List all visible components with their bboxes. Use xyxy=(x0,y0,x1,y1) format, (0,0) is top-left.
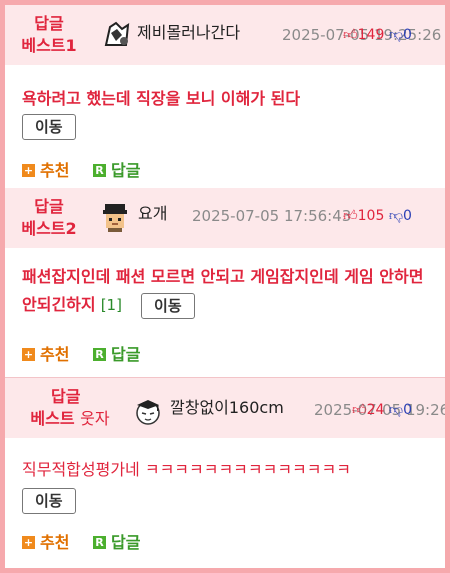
best-label-line1: 답글 xyxy=(34,14,64,33)
recommend-label: 추천 xyxy=(40,160,70,180)
comment-count[interactable]: [1] xyxy=(101,296,122,314)
reply-header: 답글 베스트2 요개 2025-07-05 17:56:43 👍︎105 👎︎0 xyxy=(5,188,445,248)
best-label-category: 웃자 xyxy=(80,409,110,428)
best-reply-2: 답글 베스트2 요개 2025-07-05 17:56:43 👍︎105 👎︎0… xyxy=(5,188,445,378)
reply-actions: + 추천 R 답글 xyxy=(22,159,158,181)
recommend-label: 추천 xyxy=(40,344,70,364)
reply-r-icon: R xyxy=(93,164,107,177)
reply-text: 패션잡지인데 패션 모르면 안되고 게임잡지인데 게임 안하면 안되긴하지 xyxy=(22,267,424,314)
reply-header: 답글 베스트 웃자 깔창없이160cm 2025-07-05 19:26 👍︎2… xyxy=(5,378,445,438)
plus-icon: + xyxy=(22,536,35,549)
recommend-button[interactable]: + 추천 xyxy=(22,345,69,365)
reply-content: 욕하려고 했는데 직장을 보니 이해가 된다 xyxy=(22,85,432,113)
best-label: 답글 베스트2 xyxy=(15,196,83,240)
move-button[interactable]: 이동 xyxy=(22,488,76,514)
recommend-button[interactable]: + 추천 xyxy=(22,161,69,181)
reply-actions: + 추천 R 답글 xyxy=(22,531,158,553)
up-count: 24 xyxy=(366,402,385,418)
down-count: 0 xyxy=(403,27,412,43)
reply-label: 답글 xyxy=(111,532,141,552)
thumbs-up-icon[interactable]: 👍︎ xyxy=(343,208,358,224)
nickname[interactable]: 요개 xyxy=(138,204,167,224)
best-label: 답글 베스트1 xyxy=(15,13,83,57)
best-label-line2: 베스트 웃자 xyxy=(15,408,125,430)
down-count: 0 xyxy=(403,208,412,224)
thumbs-down-icon[interactable]: 👎︎ xyxy=(389,208,403,224)
move-button[interactable]: 이동 xyxy=(22,114,76,140)
best-label-line1: 답글 xyxy=(34,197,64,216)
best-reply-3: 답글 베스트 웃자 깔창없이160cm 2025-07-05 19:26 👍︎2… xyxy=(5,378,445,568)
best-label-title: 베스트 xyxy=(30,409,75,428)
best-replies-panel: 답글 베스트1 제비몰러나간다 2025-07-05 19:25:26 👍︎14… xyxy=(5,5,445,568)
reply-button[interactable]: R 답글 xyxy=(93,345,140,365)
reply-r-icon: R xyxy=(93,536,107,549)
move-button[interactable]: 이동 xyxy=(141,292,195,319)
reply-header: 답글 베스트1 제비몰러나간다 2025-07-05 19:25:26 👍︎14… xyxy=(5,5,445,65)
post-date: 2025-07-05 17:56:43 xyxy=(192,207,352,225)
vote-counts: 👍︎149 👎︎0 xyxy=(343,25,412,45)
reply-label: 답글 xyxy=(111,160,141,180)
reply-text: 욕하려고 했는데 직장을 보니 이해가 된다 xyxy=(22,89,301,108)
reply-text: 직무적합성평가네 ㅋㅋㅋㅋㅋㅋㅋㅋㅋㅋㅋㅋㅋㅋ xyxy=(22,460,351,479)
reply-actions: + 추천 R 답글 xyxy=(22,343,158,365)
recommend-button[interactable]: + 추천 xyxy=(22,533,69,553)
plus-icon: + xyxy=(22,164,35,177)
vote-counts: 👍︎24 👎︎0 xyxy=(352,400,412,420)
best-label-line2: 베스트1 xyxy=(21,36,77,55)
recommend-label: 추천 xyxy=(40,532,70,552)
down-count: 0 xyxy=(403,402,413,418)
best-reply-1: 답글 베스트1 제비몰러나간다 2025-07-05 19:25:26 👍︎14… xyxy=(5,5,445,188)
up-count: 105 xyxy=(357,208,385,224)
reply-content: 직무적합성평가네 ㅋㅋㅋㅋㅋㅋㅋㅋㅋㅋㅋㅋㅋㅋ xyxy=(22,456,432,484)
avatar[interactable] xyxy=(102,19,132,49)
nickname[interactable]: 제비몰러나간다 xyxy=(137,23,240,43)
nickname[interactable]: 깔창없이160cm xyxy=(170,398,284,418)
reply-button[interactable]: R 답글 xyxy=(93,533,140,553)
vote-counts: 👍︎105 👎︎0 xyxy=(343,206,412,226)
avatar[interactable] xyxy=(100,202,130,232)
best-label-line2: 베스트2 xyxy=(21,219,77,238)
best-label: 답글 베스트 웃자 xyxy=(15,386,125,430)
up-count: 149 xyxy=(357,27,385,43)
avatar[interactable] xyxy=(133,396,163,426)
reply-r-icon: R xyxy=(93,348,107,361)
best-label-line1: 답글 xyxy=(51,387,81,406)
reply-label: 답글 xyxy=(111,344,141,364)
thumbs-down-icon[interactable]: 👎︎ xyxy=(389,27,403,43)
reply-button[interactable]: R 답글 xyxy=(93,161,140,181)
plus-icon: + xyxy=(22,348,35,361)
thumbs-up-icon[interactable]: 👍︎ xyxy=(352,402,367,418)
reply-content: 패션잡지인데 패션 모르면 안되고 게임잡지인데 게임 안하면 안되긴하지 [1… xyxy=(22,263,437,319)
thumbs-down-icon[interactable]: 👎︎ xyxy=(389,402,403,418)
thumbs-up-icon[interactable]: 👍︎ xyxy=(343,27,358,43)
